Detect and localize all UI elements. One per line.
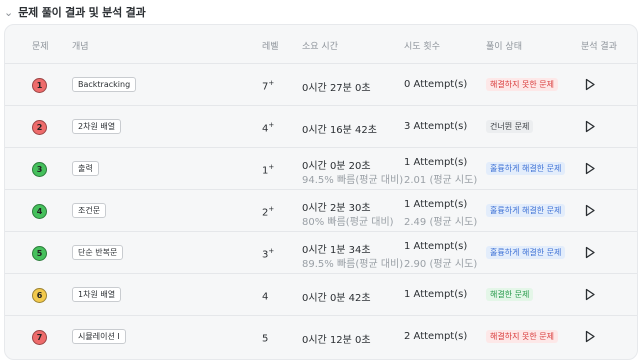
status-badge: 해결하지 못한 문제 [486, 330, 558, 343]
status-badge: 훌륭하게 해결한 문제 [486, 204, 566, 217]
level-value: 5 [262, 333, 269, 345]
time-spent: 0시간 2분 30초 [302, 203, 371, 214]
table-row[interactable]: 2 2차원 배열 4+ 0시간 16분 42초 3 Attempt(s) 건너뛴 문제 [5, 106, 637, 148]
status-badge: 해결하지 못한 문제 [486, 78, 558, 91]
table-row[interactable]: 5 단순 반복문 3+ 0시간 1분 34초 89.5% 빠름(평균 대비) 1 Atte… [5, 232, 637, 274]
attempt-count: 0 Attempt(s) [404, 79, 468, 90]
problem-number-badge[interactable]: 4 [32, 204, 47, 219]
concept-tag[interactable]: 1차원 배열 [72, 287, 122, 302]
time-comparison: 80% 빠름(평균 대비) [302, 217, 394, 228]
attempt-count: 1 Attempt(s) [404, 157, 468, 168]
level-value: 7+ [262, 79, 275, 93]
problem-number-badge[interactable]: 5 [32, 246, 47, 261]
status-badge: 훌륭하게 해결한 문제 [486, 246, 566, 259]
level-value: 3+ [262, 247, 275, 261]
time-spent: 0시간 12분 0초 [302, 335, 371, 346]
problem-number-badge[interactable]: 6 [32, 288, 47, 303]
table-body: 1 Backtracking 7+ 0시간 27분 0초 0 Attempt(s) 해결하… [5, 64, 637, 358]
problem-number-badge[interactable]: 7 [32, 330, 47, 345]
status-badge: 건너뛴 문제 [486, 120, 534, 133]
time-comparison: 94.5% 빠름(평균 대비) [302, 175, 404, 186]
attempt-count: 2 Attempt(s) [404, 331, 468, 342]
play-icon[interactable] [584, 120, 596, 133]
attempt-count: 3 Attempt(s) [404, 121, 468, 132]
concept-tag[interactable]: 시뮬레이션 I [72, 329, 126, 344]
attempt-count: 1 Attempt(s) [404, 289, 468, 300]
concept-tag[interactable]: 출력 [72, 161, 99, 176]
time-spent: 0시간 0분 42초 [302, 293, 371, 304]
section-header[interactable]: ⌄ 문제 풀이 결과 및 분석 결과 [4, 4, 146, 20]
concept-tag[interactable]: 단순 반복문 [72, 245, 124, 260]
level-value: 4 [262, 291, 269, 303]
attempt-count: 1 Attempt(s) [404, 199, 468, 210]
status-badge: 해결한 문제 [486, 288, 534, 301]
table-row[interactable]: 3 출력 1+ 0시간 0분 20초 94.5% 빠름(평균 대비) 1 Attempt(… [5, 148, 637, 190]
status-badge: 훌륭하게 해결한 문제 [486, 162, 566, 175]
chevron-down-icon[interactable]: ⌄ [4, 7, 13, 18]
play-icon[interactable] [584, 288, 596, 301]
column-header-time: 소요 시간 [302, 42, 338, 52]
problem-number-badge[interactable]: 1 [32, 78, 47, 93]
attempt-average: 2.90 (평균 시도) [404, 259, 478, 270]
play-icon[interactable] [584, 204, 596, 217]
time-spent: 0시간 1분 34초 [302, 245, 371, 256]
time-spent: 0시간 16분 42초 [302, 125, 377, 136]
column-header-problem: 문제 [32, 42, 49, 52]
column-header-analysis: 분석 결과 [581, 42, 617, 52]
concept-tag[interactable]: Backtracking [72, 77, 137, 92]
problem-number-badge[interactable]: 2 [32, 120, 47, 135]
table-row[interactable]: 7 시뮬레이션 I 5 0시간 12분 0초 2 Attempt(s) 해결하지 못한 문… [5, 316, 637, 358]
section-title: 문제 풀이 결과 및 분석 결과 [18, 6, 146, 19]
level-value: 1+ [262, 163, 275, 177]
column-header-level: 레벨 [262, 42, 279, 52]
concept-tag[interactable]: 조건문 [72, 203, 107, 218]
level-value: 4+ [262, 121, 275, 135]
time-spent: 0시간 27분 0초 [302, 83, 371, 94]
column-header-concept: 개념 [72, 42, 89, 52]
time-spent: 0시간 0분 20초 [302, 161, 371, 172]
play-icon[interactable] [584, 78, 596, 91]
play-icon[interactable] [584, 162, 596, 175]
attempt-average: 2.01 (평균 시도) [404, 175, 478, 186]
problem-number-badge[interactable]: 3 [32, 162, 47, 177]
table-row[interactable]: 6 1차원 배열 4 0시간 0분 42초 1 Attempt(s) 해결한 문제 [5, 274, 637, 316]
attempt-count: 1 Attempt(s) [404, 241, 468, 252]
table-row[interactable]: 1 Backtracking 7+ 0시간 27분 0초 0 Attempt(s) 해결하… [5, 64, 637, 106]
concept-tag[interactable]: 2차원 배열 [72, 119, 122, 134]
attempt-average: 2.49 (평균 시도) [404, 217, 478, 228]
play-icon[interactable] [584, 246, 596, 259]
table-row[interactable]: 4 조건문 2+ 0시간 2분 30초 80% 빠름(평균 대비) 1 Attempt(s… [5, 190, 637, 232]
column-header-attempts: 시도 횟수 [404, 42, 440, 52]
results-table: 문제 개념 레벨 소요 시간 시도 횟수 풀이 상태 분석 결과 1 Backtr… [4, 24, 638, 360]
column-header-status: 풀이 상태 [486, 42, 522, 52]
time-comparison: 89.5% 빠름(평균 대비) [302, 259, 404, 270]
level-value: 2+ [262, 205, 275, 219]
play-icon[interactable] [584, 330, 596, 343]
table-header: 문제 개념 레벨 소요 시간 시도 횟수 풀이 상태 분석 결과 [5, 25, 637, 64]
